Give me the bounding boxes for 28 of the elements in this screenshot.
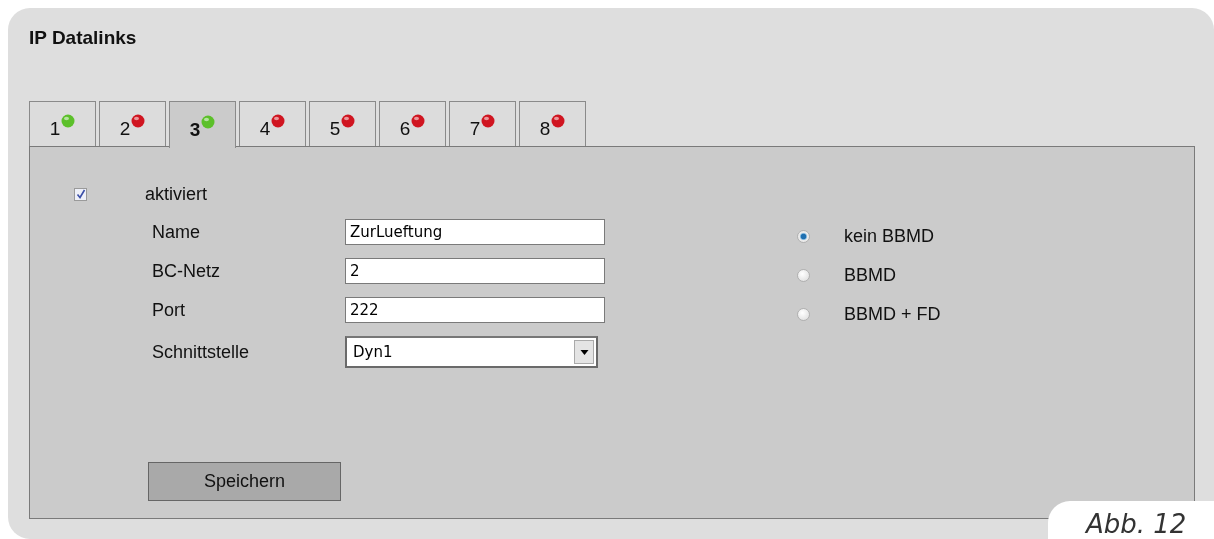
tab[interactable]: 6 (379, 101, 446, 146)
radio-button[interactable] (797, 229, 810, 243)
save-button[interactable]: Speichern (148, 462, 341, 501)
radio-label: kein BBMD (844, 225, 935, 247)
tab[interactable]: 2 (99, 101, 166, 146)
field-label: Port (152, 299, 186, 321)
input-field[interactable]: 2 (345, 258, 605, 284)
checkbox-label: aktiviert (145, 183, 207, 205)
field-label: Schnittstelle (152, 341, 251, 363)
tab[interactable]: 4 (239, 101, 306, 146)
figure-caption: Abb. 12 (1048, 501, 1214, 539)
dropdown[interactable]: Dyn1 (345, 336, 598, 368)
page-title: IP Datalinks (29, 26, 137, 49)
field-label: Name (152, 221, 201, 243)
radio-button[interactable] (797, 268, 810, 282)
field-label: BC-Netz (152, 260, 221, 282)
caret-icon (574, 340, 594, 364)
tab[interactable]: 5 (309, 101, 376, 146)
tab[interactable]: 8 (519, 101, 586, 146)
tab[interactable]: 1 (29, 101, 96, 146)
tab[interactable]: 3 (169, 101, 236, 148)
radio-label: BBMD (844, 264, 896, 286)
checkbox[interactable] (74, 187, 87, 201)
input-field[interactable]: ZurLueftung (345, 219, 605, 245)
input-field[interactable]: 222 (345, 297, 605, 323)
radio-label: BBMD + FD (844, 303, 941, 325)
radio-button[interactable] (797, 307, 810, 321)
tab[interactable]: 7 (449, 101, 516, 146)
